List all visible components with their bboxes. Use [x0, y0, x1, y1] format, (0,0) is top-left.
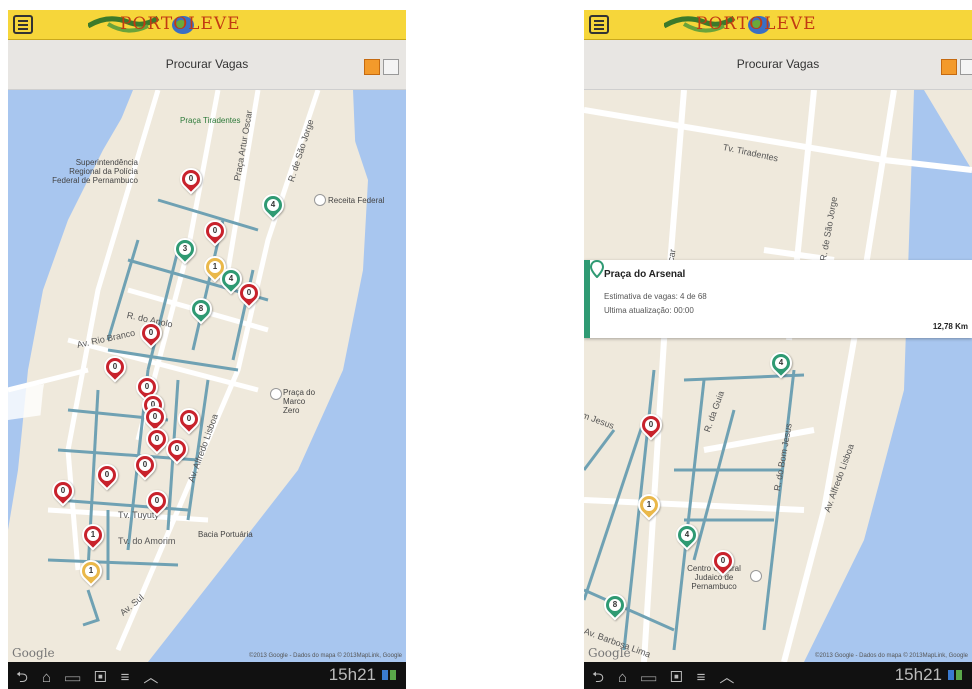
parking-pin[interactable]: 8 [185, 293, 217, 326]
card-title: Praça do Arsenal [604, 269, 686, 280]
map-left[interactable]: Praça Tiradentes Superintendência Region… [8, 90, 406, 662]
system-navbar: ⮌⌂▭▣≡︿ 15h21 [584, 662, 972, 689]
map-view-icon[interactable] [364, 59, 380, 75]
parking-pin[interactable]: 4 [671, 519, 703, 552]
parking-pin[interactable]: 0 [47, 475, 79, 508]
parking-pin[interactable]: 3 [169, 233, 201, 266]
location-pin-icon [590, 260, 604, 278]
screen-title: Procurar Vagas [165, 57, 249, 71]
marco-zero-marker[interactable] [270, 388, 282, 400]
clock: 15h21 [894, 665, 942, 684]
app-name: PORTOLEVE [120, 14, 241, 34]
app-header: PORTOLEVE [8, 10, 406, 40]
menu-icon[interactable] [589, 15, 609, 34]
parking-pin[interactable]: 0 [233, 277, 265, 310]
parking-pin[interactable]: 0 [173, 403, 205, 436]
label-praca-tiradentes: Praça Tiradentes [180, 116, 241, 125]
map-right[interactable]: Tv. Tiradentes oscar R. de São Jorge m J… [584, 90, 972, 662]
centro-marker[interactable] [750, 570, 762, 582]
parking-pin[interactable]: 8 [599, 589, 631, 622]
parking-pin[interactable]: 0 [141, 423, 173, 456]
parking-pin[interactable]: 4 [765, 347, 797, 380]
signal-icon [382, 670, 398, 680]
map-copyright: ©2013 Google - Dados do mapa © 2013MapLi… [815, 653, 968, 659]
menu-icon[interactable] [13, 15, 33, 34]
app-name: PORTOLEVE [696, 14, 817, 34]
parking-pin[interactable]: 0 [135, 317, 167, 350]
view-toggle [941, 59, 972, 76]
receita-marker[interactable] [314, 194, 326, 206]
nav-buttons[interactable]: ⮌⌂▭▣≡︿ [592, 666, 748, 689]
google-logo: Google [12, 646, 55, 660]
parking-pin[interactable]: 0 [129, 449, 161, 482]
map-view-icon[interactable] [941, 59, 957, 75]
parking-pin[interactable]: 1 [77, 519, 109, 552]
clock: 15h21 [328, 665, 376, 684]
list-view-icon[interactable] [383, 59, 399, 75]
parking-pin[interactable]: 1 [633, 489, 665, 522]
app-header: PORTOLEVE [584, 10, 972, 40]
parking-pin[interactable]: 0 [199, 215, 231, 248]
parking-pin[interactable]: 4 [257, 189, 289, 222]
google-logo: Google [588, 646, 631, 660]
signal-icon [948, 670, 964, 680]
parking-pin[interactable]: 1 [75, 555, 107, 588]
parking-pin[interactable]: 0 [161, 433, 193, 466]
view-toggle [364, 59, 399, 76]
map-copyright: ©2013 Google - Dados do mapa © 2013MapLi… [249, 653, 402, 659]
nav-buttons[interactable]: ⮌⌂▭▣≡︿ [16, 666, 172, 689]
label-tv-amorim: Tv. do Amorim [118, 536, 176, 546]
parking-pin[interactable]: 0 [175, 163, 207, 196]
system-navbar: ⮌⌂▭▣≡︿ 15h21 [8, 662, 406, 689]
label-receita-federal: Receita Federal [328, 196, 385, 205]
label-marco-zero: Praça do Marco Zero [283, 388, 316, 415]
label-bacia-portuaria: Bacia Portuária [198, 530, 253, 539]
screen-title: Procurar Vagas [736, 57, 820, 71]
parking-pin[interactable]: 0 [635, 409, 667, 442]
card-updated: Ultima atualização: 00:00 [604, 306, 694, 315]
phone-screen-right: PORTOLEVE Procurar Vagas Tv. Tiradentes … [584, 10, 972, 689]
card-distance: 12,78 Km [932, 322, 968, 331]
screen-header: Procurar Vagas [8, 40, 406, 90]
list-view-icon[interactable] [960, 59, 972, 75]
label-superintendencia: Superintendência Regional da Polícia Fed… [52, 158, 138, 185]
card-estimate: Estimativa de vagas: 4 de 68 [604, 292, 707, 301]
parking-pin[interactable]: 0 [141, 485, 173, 518]
parking-pin[interactable]: 0 [707, 545, 739, 578]
parking-pin[interactable]: 0 [91, 459, 123, 492]
phone-screen-left: PORTOLEVE Procurar Vagas Praça Tiradente… [8, 10, 406, 689]
parking-pin[interactable]: 0 [99, 351, 131, 384]
parking-info-card[interactable]: Praça do Arsenal Estimativa de vagas: 4 … [584, 260, 972, 338]
screen-header: Procurar Vagas [584, 40, 972, 90]
